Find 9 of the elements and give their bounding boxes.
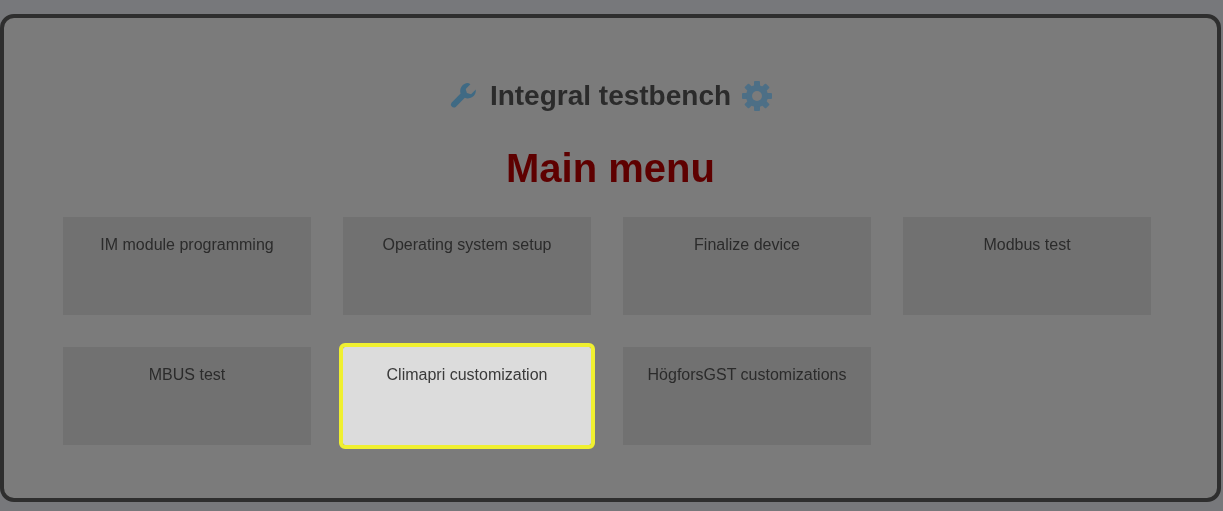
app-title: Integral testbench [489,80,732,112]
gear-icon [741,80,774,112]
main-menu-heading: Main menu [505,145,716,192]
menu-tile[interactable]: Finalize device [623,217,871,315]
menu-tile[interactable]: HögforsGST customizations [623,347,871,445]
menu-tile[interactable]: IM module programming [63,217,311,315]
menu-tile[interactable]: MBUS test [63,347,311,445]
menu-tile[interactable]: Operating system setup [343,217,591,315]
menu-tile[interactable]: Modbus test [903,217,1151,315]
